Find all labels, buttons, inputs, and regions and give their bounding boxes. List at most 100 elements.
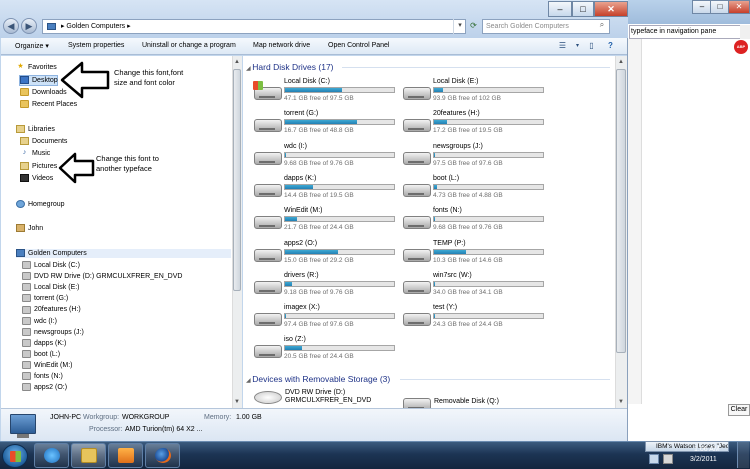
computer-icon (16, 249, 25, 258)
nav-drive-item[interactable]: DVD RW Drive (D:) GRMCULXFRER_EN_DVD (22, 272, 182, 281)
nav-drive-item[interactable]: 20features (H:) (22, 305, 81, 314)
minimize-button[interactable]: – (548, 1, 572, 17)
view-dropdown-icon[interactable]: ▾ (571, 40, 584, 53)
nav-favorites-header[interactable]: ★ Favorites (16, 63, 56, 72)
content-scroll-up-icon[interactable]: ▲ (615, 57, 627, 67)
drive-name[interactable]: test (Y:) (433, 304, 457, 311)
nav-drive-item[interactable]: fonts (N:) (22, 372, 63, 381)
maximize-button[interactable]: □ (572, 1, 594, 17)
nav-drive-item[interactable]: boot (L:) (22, 349, 60, 359)
drive-usage-fill (285, 314, 287, 319)
map-network-drive-button[interactable]: Map network drive (253, 42, 310, 49)
address-path[interactable]: Golden Computers (66, 23, 125, 30)
nav-drive-item[interactable]: apps2 (O:) (22, 383, 67, 392)
clock-date[interactable]: 3/2/2011 (690, 456, 717, 463)
browser-maximize-button[interactable]: □ (710, 0, 730, 14)
volume-icon[interactable] (663, 454, 673, 464)
drive-usage-fill (434, 249, 466, 254)
nav-item-music[interactable]: ♪ Music (20, 149, 51, 158)
address-dropdown-icon[interactable]: ▾ (453, 19, 466, 34)
content-scroll-down-icon[interactable]: ▼ (615, 397, 627, 407)
computer-stand-icon (17, 434, 29, 438)
taskbar-explorer-button[interactable] (71, 443, 106, 468)
memory-label: Memory: (204, 414, 232, 421)
drive-name[interactable]: drivers (R:) (284, 272, 319, 279)
nav-item-desktop[interactable]: Desktop (19, 75, 58, 86)
drive-icon (22, 338, 31, 347)
forward-button[interactable]: ▶ (21, 18, 37, 34)
drive-name[interactable]: boot (L:) (433, 175, 459, 182)
back-button[interactable]: ◀ (3, 18, 19, 34)
drive-icon (22, 349, 31, 358)
nav-computer-header[interactable]: Golden Computers (16, 249, 231, 258)
drive-name[interactable]: 20features (H:) (433, 110, 480, 117)
abp-icon[interactable]: ABP (734, 40, 748, 54)
drive-usage-bar (284, 280, 395, 287)
nav-drive-item[interactable]: WinEdit (M:) (22, 361, 73, 370)
clock-time[interactable]: 1:06 AM (694, 446, 720, 453)
drive-name[interactable]: dapps (K:) (284, 175, 316, 182)
nav-drive-item[interactable]: Local Disk (E:) (22, 283, 80, 292)
address-bar[interactable]: ▸ Golden Computers ▸ (42, 19, 466, 34)
nav-drive-item[interactable]: torrent (G:) (22, 294, 68, 303)
drive-icon (22, 316, 31, 325)
nav-scroll-up-icon[interactable]: ▲ (232, 57, 242, 67)
drive-name[interactable]: iso (Z:) (284, 336, 306, 343)
drive-name[interactable]: torrent (G:) (284, 110, 318, 117)
drive-name[interactable]: Local Disk (C:) (284, 78, 330, 85)
nav-drive-item[interactable]: dapps (K:) (22, 338, 66, 348)
preview-pane-icon[interactable]: ▯ (585, 40, 598, 53)
nav-scroll-thumb[interactable] (233, 69, 241, 291)
clear-button[interactable]: Clear (728, 404, 750, 416)
content-scroll-thumb[interactable] (616, 69, 626, 353)
drive-usage-bar (284, 313, 395, 320)
nav-item-documents[interactable]: Documents (20, 137, 67, 146)
drive-name[interactable]: Local Disk (E:) (433, 78, 479, 85)
browser-tab[interactable]: typeface in navigation pane (629, 25, 750, 39)
browser-minimize-button[interactable]: – (692, 0, 712, 14)
taskbar-media-button[interactable] (108, 443, 143, 468)
search-icon[interactable]: ⌕ (596, 20, 608, 32)
start-button[interactable] (2, 444, 28, 468)
nav-drive-item[interactable]: Local Disk (C:) (22, 261, 80, 270)
nav-drive-item[interactable]: wdc (I:) (22, 316, 57, 326)
nav-user[interactable]: John (16, 224, 43, 233)
removable-dvd-label[interactable]: GRMCULXFRER_EN_DVD (285, 397, 371, 404)
nav-scroll-down-icon[interactable]: ▼ (232, 397, 242, 407)
removable-section-header[interactable]: ◢ Devices with Removable Storage (3) (246, 374, 390, 384)
refresh-icon[interactable]: ⟳ (467, 19, 480, 34)
open-control-panel-button[interactable]: Open Control Panel (328, 42, 389, 49)
drive-name[interactable]: apps2 (O:) (284, 240, 317, 247)
drive-name[interactable]: win7src (W:) (433, 272, 472, 279)
show-desktop-button[interactable] (737, 442, 749, 468)
removable-dvd-name[interactable]: DVD RW Drive (D:) (285, 389, 345, 396)
drive-name[interactable]: wdc (I:) (284, 143, 307, 150)
drive-name[interactable]: TEMP (P:) (433, 240, 466, 247)
taskbar-ie-button[interactable] (34, 443, 69, 468)
nav-homegroup[interactable]: Homegroup (16, 200, 65, 209)
nav-libraries-header[interactable]: Libraries (16, 125, 55, 134)
nav-item-videos[interactable]: Videos (20, 174, 53, 183)
address-separator-icon[interactable]: ▸ (125, 23, 131, 30)
drive-name[interactable]: fonts (N:) (433, 207, 462, 214)
view-options-icon[interactable]: ☰ (556, 40, 569, 53)
system-properties-button[interactable]: System properties (68, 42, 124, 49)
drive-name[interactable]: imagex (X:) (284, 304, 320, 311)
taskbar-firefox-button[interactable] (145, 443, 180, 468)
drive-name[interactable]: WinEdit (M:) (284, 207, 323, 214)
search-input[interactable]: Search Golden Computers (482, 19, 610, 34)
drive-name[interactable]: newsgroups (J:) (433, 143, 483, 150)
nav-drive-item[interactable]: newsgroups (J:) (22, 327, 84, 337)
uninstall-program-button[interactable]: Uninstall or change a program (142, 42, 236, 49)
nav-item-pictures[interactable]: Pictures (20, 162, 57, 171)
removable-disk-name[interactable]: Removable Disk (Q:) (434, 398, 499, 405)
drive-icon (22, 261, 31, 270)
organize-button[interactable]: Organize ▾ (15, 42, 49, 50)
drive-free-space: 24.3 GB free of 24.4 GB (433, 321, 503, 329)
hard-drive-icon (403, 248, 431, 262)
browser-close-button[interactable]: ✕ (728, 0, 750, 14)
help-icon[interactable]: ? (604, 40, 617, 53)
tray-icon[interactable] (649, 454, 659, 464)
hdd-section-header[interactable]: ◢ Hard Disk Drives (17) (246, 62, 334, 72)
close-button[interactable]: ✕ (594, 1, 628, 17)
